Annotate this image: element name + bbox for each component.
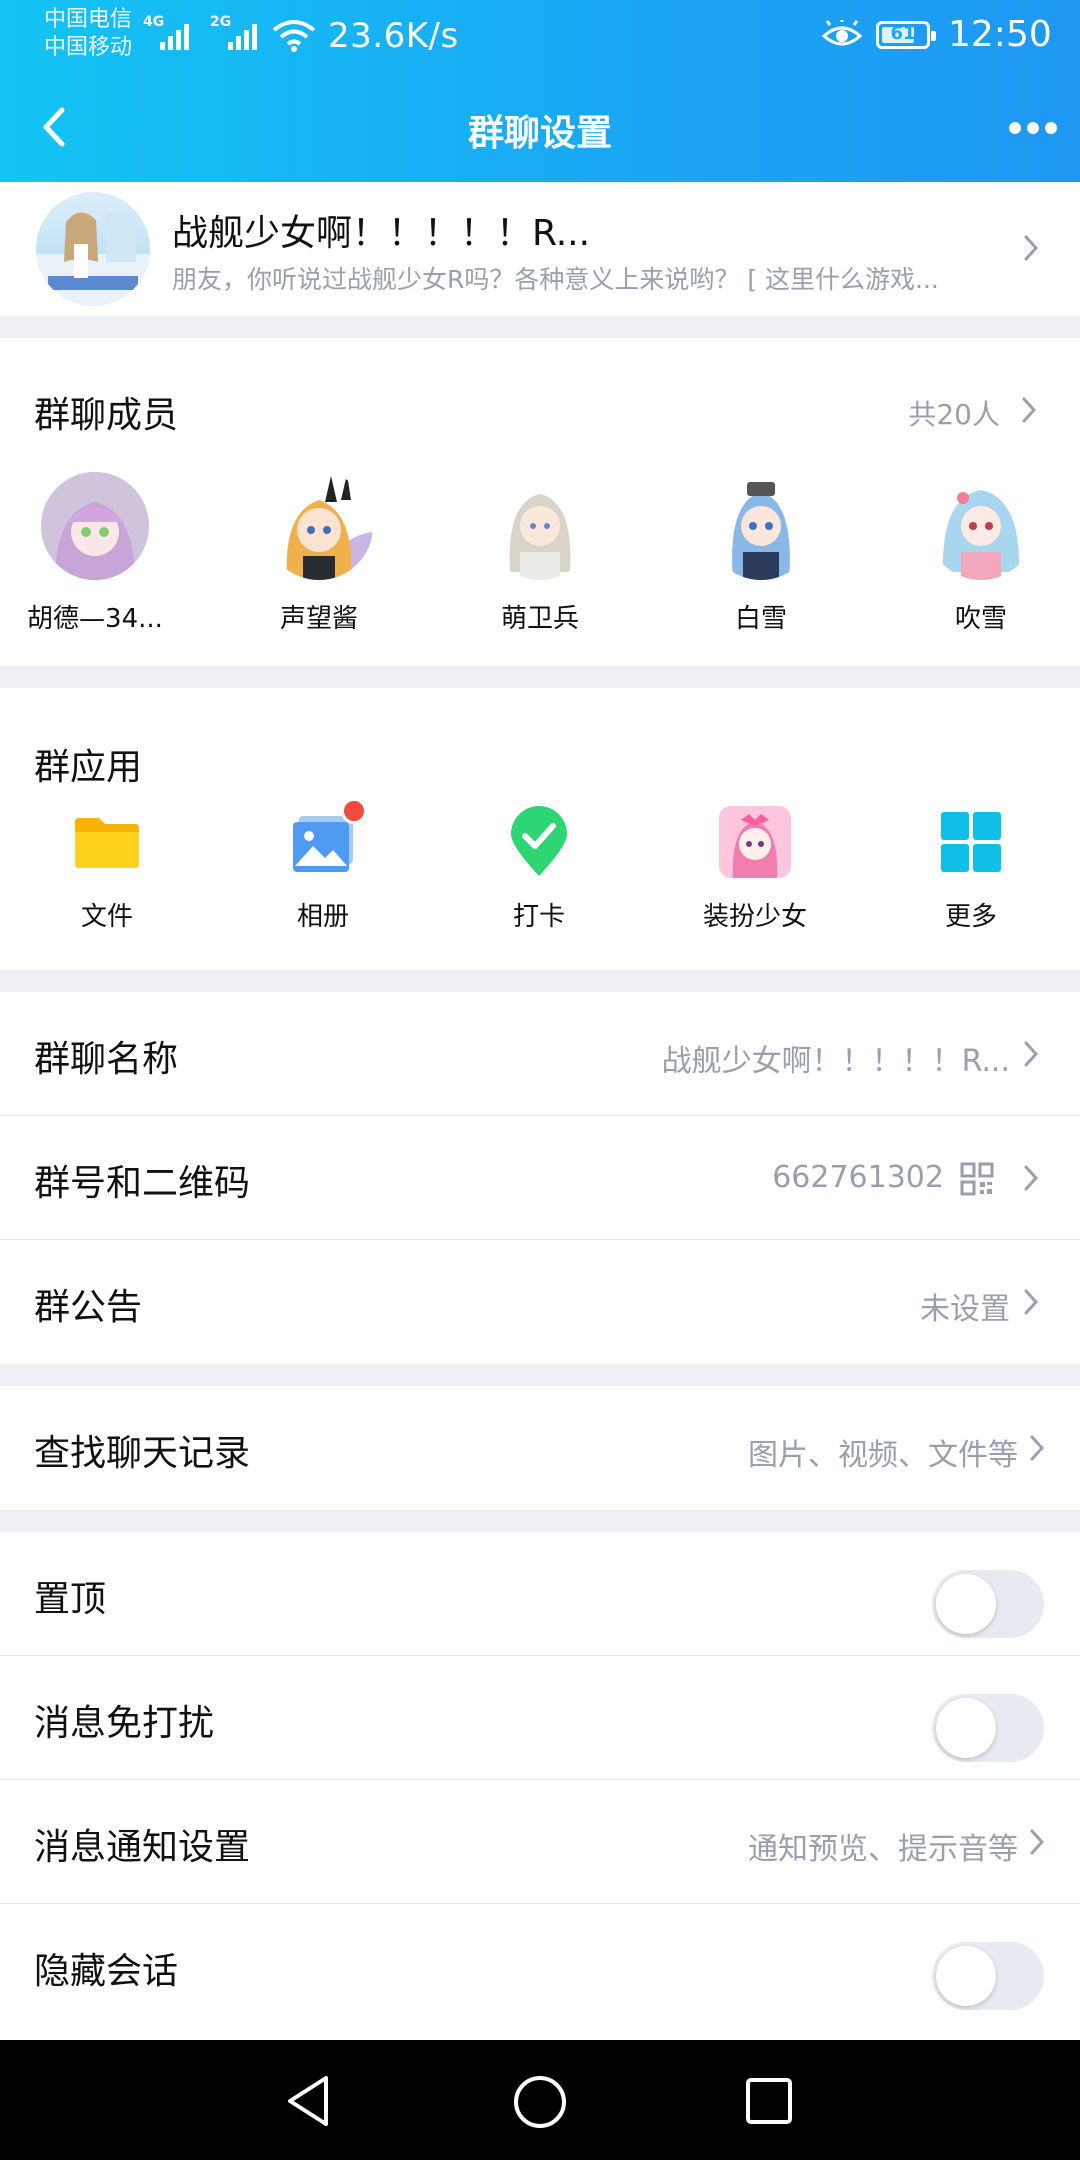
member-item[interactable]: 白雪 bbox=[686, 472, 836, 635]
row-value: 未设置 bbox=[920, 1292, 1010, 1327]
pin-toggle[interactable] bbox=[932, 1570, 1044, 1638]
signal-icon bbox=[160, 24, 189, 50]
apps-title: 群应用 bbox=[34, 747, 143, 788]
app-label: 文件 bbox=[80, 902, 133, 932]
app-dress-up[interactable]: 装扮少女 bbox=[680, 806, 830, 933]
app-album[interactable]: 相册 bbox=[248, 798, 398, 933]
chevron-right-icon bbox=[1022, 1288, 1040, 1316]
avatar bbox=[927, 472, 1035, 580]
toggle-knob bbox=[936, 1946, 996, 2006]
photo-album-icon bbox=[287, 798, 367, 878]
chevron-right-icon bbox=[1028, 1828, 1046, 1856]
net-speed: 23.6K/s bbox=[328, 16, 459, 56]
eye-comfort-icon bbox=[822, 20, 862, 46]
page-title: 群聊设置 bbox=[467, 113, 612, 154]
chevron-right-icon bbox=[1022, 1164, 1040, 1192]
battery-icon: 61 bbox=[876, 21, 936, 49]
hide-chat-toggle[interactable] bbox=[932, 1942, 1044, 2010]
app-label: 相册 bbox=[296, 902, 349, 932]
group-id-qr-row[interactable]: 群号和二维码 662761302 bbox=[0, 1116, 1080, 1240]
chevron-right-icon bbox=[1022, 1040, 1040, 1068]
group-name-row[interactable]: 群聊名称 战舰少女啊！！！！！R... bbox=[0, 992, 1080, 1116]
group-name: 战舰少女啊！！！！！R... bbox=[172, 213, 591, 254]
group-profile-card[interactable]: 战舰少女啊！！！！！R... 朋友，你听说过战舰少女R吗？各种意义上来说哟？ [… bbox=[0, 182, 1080, 316]
members-title: 群聊成员 bbox=[34, 395, 179, 436]
chevron-right-icon bbox=[1020, 396, 1038, 428]
avatar bbox=[265, 472, 373, 580]
row-value: 战舰少女啊！！！！！R... bbox=[661, 1044, 1010, 1079]
row-label: 隐藏会话 bbox=[34, 1951, 179, 1992]
nav-back-icon[interactable] bbox=[284, 2074, 334, 2128]
toggle-knob bbox=[936, 1698, 996, 1758]
member-name: 吹雪 bbox=[954, 604, 1007, 634]
group-notice-row[interactable]: 群公告 未设置 bbox=[0, 1240, 1080, 1364]
notification-badge bbox=[341, 798, 367, 824]
row-label: 群聊名称 bbox=[34, 1039, 179, 1080]
more-options-icon[interactable] bbox=[1008, 118, 1058, 138]
row-label: 消息通知设置 bbox=[34, 1827, 251, 1868]
more-grid-icon bbox=[935, 806, 1007, 878]
clock: 12:50 bbox=[948, 14, 1052, 55]
group-avatar bbox=[36, 192, 150, 306]
nav-row: 群聊设置 bbox=[0, 72, 1080, 182]
members-count: 共20人 bbox=[908, 398, 1000, 431]
member-item[interactable]: 萌卫兵 bbox=[465, 472, 615, 635]
wifi-icon bbox=[272, 20, 316, 52]
member-item[interactable]: 胡德—34... bbox=[20, 472, 170, 635]
avatar bbox=[41, 472, 149, 580]
app-label: 更多 bbox=[944, 902, 997, 932]
member-name: 萌卫兵 bbox=[500, 604, 579, 634]
do-not-disturb-row: 消息免打扰 bbox=[0, 1656, 1080, 1780]
member-name: 胡德—34... bbox=[27, 604, 163, 634]
notification-settings-row[interactable]: 消息通知设置 通知预览、提示音等 bbox=[0, 1780, 1080, 1904]
member-item[interactable]: 吹雪 bbox=[906, 472, 1056, 635]
pin-row: 置顶 bbox=[0, 1532, 1080, 1656]
group-description: 朋友，你听说过战舰少女R吗？各种意义上来说哟？ [ 这里什么游戏... bbox=[172, 265, 939, 294]
member-name: 声望酱 bbox=[279, 604, 358, 634]
row-value: 图片、视频、文件等 bbox=[748, 1438, 1018, 1473]
header-bar: 中国电信 中国移动 4G 2G 23.6K/s 61 12:50 群聊设置 bbox=[0, 0, 1080, 182]
carrier-2: 中国移动 bbox=[44, 35, 133, 60]
nav-home-icon[interactable] bbox=[512, 2074, 568, 2130]
system-navigation-bar bbox=[0, 2040, 1080, 2160]
row-label: 查找聊天记录 bbox=[34, 1433, 251, 1474]
folder-icon bbox=[71, 806, 143, 878]
nav-recents-icon[interactable] bbox=[744, 2076, 794, 2126]
toggle-knob bbox=[936, 1574, 996, 1634]
row-label: 群号和二维码 bbox=[34, 1163, 251, 1204]
chevron-right-icon bbox=[1022, 234, 1040, 262]
group-number: 662761302 bbox=[772, 1160, 944, 1195]
carrier-1: 中国电信 bbox=[44, 7, 133, 32]
app-more[interactable]: 更多 bbox=[896, 806, 1046, 933]
app-checkin[interactable]: 打卡 bbox=[464, 806, 614, 933]
row-label: 置顶 bbox=[34, 1579, 107, 1620]
signal-icon-2 bbox=[228, 24, 257, 50]
search-history-row[interactable]: 查找聊天记录 图片、视频、文件等 bbox=[0, 1386, 1080, 1510]
members-count-link[interactable]: 共20人 bbox=[880, 388, 1046, 438]
row-label: 消息免打扰 bbox=[34, 1703, 215, 1744]
avatar bbox=[486, 472, 594, 580]
check-in-icon bbox=[503, 806, 575, 878]
dnd-toggle[interactable] bbox=[932, 1694, 1044, 1762]
avatar bbox=[707, 472, 815, 580]
qr-code-icon bbox=[960, 1162, 994, 1196]
dress-up-girl-icon bbox=[719, 806, 791, 878]
member-name: 白雪 bbox=[734, 604, 787, 634]
app-files[interactable]: 文件 bbox=[32, 806, 182, 933]
member-item[interactable]: 声望酱 bbox=[244, 472, 394, 635]
row-value: 通知预览、提示音等 bbox=[748, 1832, 1018, 1867]
status-bar: 中国电信 中国移动 4G 2G 23.6K/s 61 12:50 bbox=[0, 0, 1080, 72]
battery-level: 61 bbox=[890, 23, 916, 44]
app-label: 打卡 bbox=[512, 902, 565, 932]
row-label: 群公告 bbox=[34, 1287, 143, 1328]
hide-chat-row: 隐藏会话 bbox=[0, 1904, 1080, 2040]
chevron-right-icon bbox=[1028, 1434, 1046, 1462]
app-label: 装扮少女 bbox=[702, 902, 807, 932]
carrier-labels: 中国电信 中国移动 bbox=[44, 6, 132, 62]
